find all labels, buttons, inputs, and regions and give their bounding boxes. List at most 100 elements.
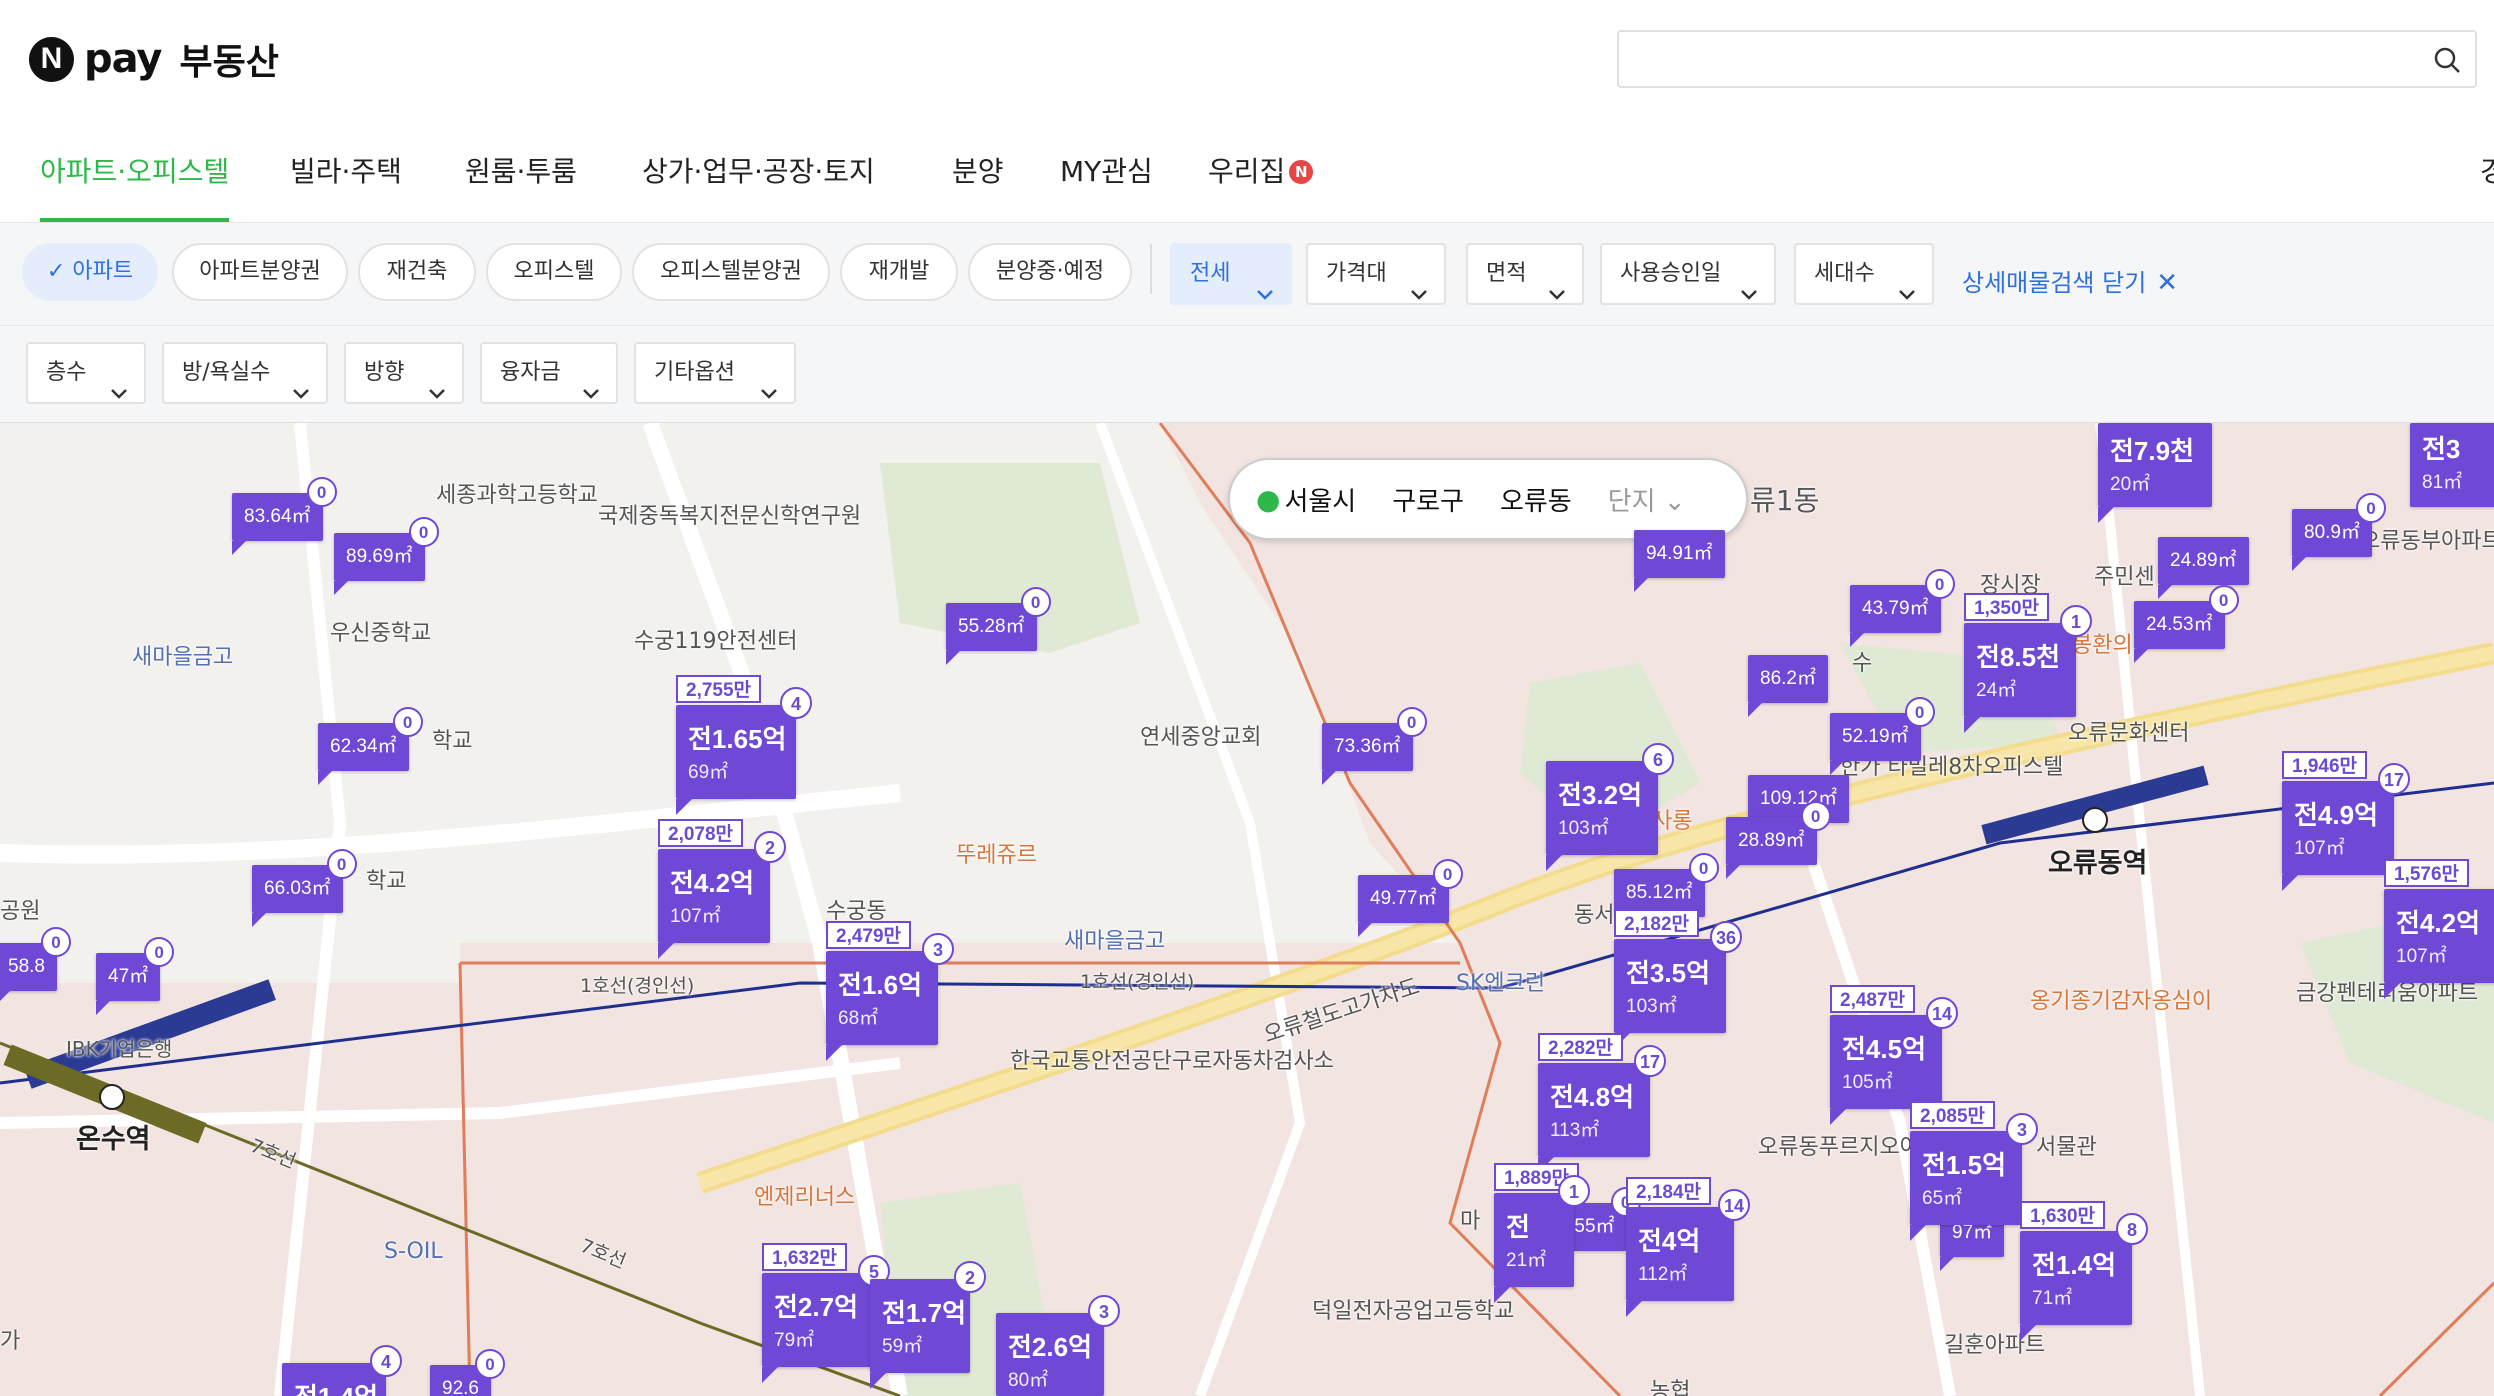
breadcrumb-city[interactable]: 서울시 xyxy=(1284,481,1374,518)
map-label: 류1동 xyxy=(1750,484,1820,517)
tab-commercial-land[interactable]: 상가·업무·공장·토지 xyxy=(642,122,875,222)
listing-marker-small[interactable]: 92.6 0 xyxy=(430,1349,505,1396)
listing-marker[interactable]: 2,078만 전4.2억 107㎡ 2 xyxy=(658,819,786,959)
listing-marker[interactable]: 1,946만 전4.9억 107㎡ 17 xyxy=(2282,751,2410,891)
dropdown-jeonse[interactable]: 전세 xyxy=(1170,243,1292,305)
filter-officetel-presale-right[interactable]: 오피스텔분양권 xyxy=(632,243,830,301)
tab-my-home[interactable]: 우리집 N xyxy=(1208,122,1314,222)
station-label-onsu[interactable]: 온수역 xyxy=(76,1117,151,1156)
marker-area: 107㎡ xyxy=(2294,838,2345,859)
listing-marker-small[interactable]: 80.9㎡ 0 xyxy=(2292,493,2386,571)
listing-marker-small[interactable]: 47㎡ 0 xyxy=(96,937,175,1015)
breadcrumb-complex[interactable]: 단지 ⌄ xyxy=(1590,481,1704,518)
marker-price: 전4.2억 xyxy=(670,868,754,898)
dropdown-households[interactable]: 세대수 xyxy=(1794,243,1934,305)
marker-tail xyxy=(232,541,246,555)
listing-marker-small[interactable]: 28.89㎡ 0 xyxy=(1726,801,1831,879)
breadcrumb-district[interactable]: 구로구 xyxy=(1374,481,1482,518)
marker-count: 2 xyxy=(754,831,786,863)
marker-tail xyxy=(676,799,692,815)
listing-marker-small[interactable]: 89.69㎡ 0 xyxy=(334,517,439,595)
logo-service-name: 부동산 xyxy=(179,42,279,83)
listing-marker[interactable]: 2,182만 전3.5억 103㎡ 36 xyxy=(1614,909,1742,1049)
listing-marker[interactable]: 전1.4억4 xyxy=(282,1345,402,1396)
dropdown-rooms-baths[interactable]: 방/욕실수 xyxy=(162,342,328,404)
breadcrumb-complex-label: 단지 xyxy=(1607,486,1656,517)
search-input[interactable] xyxy=(1635,32,2419,86)
listing-marker-small[interactable]: 43.79㎡ 0 xyxy=(1850,569,1955,647)
marker-price: 전1.65억 xyxy=(688,724,787,754)
listing-marker-small[interactable]: 73.36㎡ 0 xyxy=(1322,707,1427,785)
listing-marker-small[interactable]: 94.91㎡ xyxy=(1634,530,1725,592)
tab-my-interest[interactable]: MY관심 xyxy=(1060,122,1153,222)
filter-presale-upcoming[interactable]: 분양중·예정 xyxy=(968,243,1132,301)
listing-marker[interactable]: 2,755만 전1.65억 69㎡ 4 xyxy=(676,675,812,815)
listing-marker-small[interactable]: 24.53㎡ 0 xyxy=(2134,585,2239,663)
marker-price-per-pyeong: 1,632만 xyxy=(762,1243,848,1271)
dropdown-area[interactable]: 면적 xyxy=(1466,243,1584,305)
listing-marker[interactable]: 2,487만 전4.5억 105㎡ 14 xyxy=(1830,985,1958,1125)
dropdown-floor[interactable]: 층수 xyxy=(26,342,146,404)
tab-presale[interactable]: 분양 xyxy=(952,122,1004,222)
listing-marker[interactable]: 전2.6억 80㎡ 3 xyxy=(996,1295,1120,1396)
dropdown-loan[interactable]: 융자금 xyxy=(480,342,618,404)
tab-auction[interactable]: 경 xyxy=(2480,122,2494,222)
dropdown-price-range[interactable]: 가격대 xyxy=(1306,243,1446,305)
marker-tail xyxy=(0,991,10,1005)
listing-marker-small[interactable]: 109.12㎡ xyxy=(1748,775,1850,837)
listing-marker-small[interactable]: 58.8 0 xyxy=(0,927,71,1005)
marker-count: 0 xyxy=(474,1349,505,1379)
listing-marker[interactable]: 1,632만 전2.7억 79㎡ 5 xyxy=(762,1243,890,1383)
filter-apartment[interactable]: ✓ 아파트 xyxy=(22,243,158,301)
listing-marker-small[interactable]: 66.03㎡ 0 xyxy=(252,849,357,927)
listing-marker-small[interactable]: 49.77㎡ 0 xyxy=(1358,859,1463,937)
tab-oneroom-tworoom[interactable]: 원룸·투룸 xyxy=(465,122,577,222)
marker-price-per-pyeong: 2,487만 xyxy=(1830,985,1916,1013)
listing-marker-small[interactable]: 83.64㎡ 0 xyxy=(232,477,337,555)
map-label: 동서 xyxy=(1574,903,1615,928)
listing-marker[interactable]: 2,479만 전1.6억 68㎡ 3 xyxy=(826,921,954,1061)
tab-apartment-officetel[interactable]: 아파트·오피스텔 xyxy=(40,122,230,222)
listing-marker[interactable]: 전3 81㎡ xyxy=(2410,423,2494,507)
marker-price: 전4.8억 xyxy=(1550,1082,1634,1112)
listing-marker[interactable]: 2,282만 전4.8억 113㎡ 17 xyxy=(1538,1033,1666,1173)
map-label: 새마을금고 xyxy=(132,645,234,670)
listing-marker-small[interactable]: 62.34㎡ 0 xyxy=(318,707,423,785)
marker-area: 68㎡ xyxy=(838,1008,879,1029)
search-icon[interactable] xyxy=(2433,46,2461,78)
listing-marker[interactable]: 2,085만 전1.5억 65㎡ 3 xyxy=(1910,1101,2038,1241)
listing-marker[interactable]: 1,889만 전 21㎡ 1 xyxy=(1494,1163,1590,1303)
marker-price-per-pyeong: 1,946만 xyxy=(2282,751,2368,779)
tab-villa-house[interactable]: 빌라·주택 xyxy=(290,122,402,222)
listing-marker[interactable]: 1,350만 전8.5천 24㎡ 1 xyxy=(1964,593,2092,733)
filter-label: 분양중·예정 xyxy=(995,259,1105,284)
filter-officetel[interactable]: 오피스텔 xyxy=(486,243,622,301)
dropdown-approval-date[interactable]: 사용승인일 xyxy=(1600,243,1776,305)
listing-marker-small[interactable]: 86.2㎡ xyxy=(1748,655,1828,717)
listing-marker[interactable]: 2,184만 전4억 112㎡ 14 xyxy=(1626,1177,1750,1317)
station-label-oryudong[interactable]: 오류동역 xyxy=(2048,841,2147,880)
listing-marker[interactable]: 전1.7억 59㎡ 2 xyxy=(870,1261,986,1389)
marker-area: 49.77㎡ xyxy=(1370,888,1437,909)
listing-marker-small[interactable]: 52.19㎡ 0 xyxy=(1830,697,1935,775)
filter-apartment-presale-right[interactable]: 아파트분양권 xyxy=(172,243,348,301)
map-label: SK엔크린 xyxy=(1456,971,1546,996)
filter-reconstruction[interactable]: 재건축 xyxy=(358,243,476,301)
marker-tail xyxy=(96,1001,110,1015)
marker-count: 4 xyxy=(370,1345,402,1377)
listing-marker[interactable]: 1,576만 전4.2억 107㎡ xyxy=(2384,859,2494,999)
listing-marker-small[interactable]: 55.28㎡ 0 xyxy=(946,587,1051,665)
listing-marker[interactable]: 1,630만 전1.4억 71㎡ 8 xyxy=(2020,1201,2148,1341)
close-detail-search-button[interactable]: 상세매물검색 닫기 ✕ xyxy=(1962,263,2178,298)
listing-marker[interactable]: 전7.9천 20㎡ xyxy=(2098,423,2212,523)
dropdown-direction[interactable]: 방향 xyxy=(344,342,464,404)
breadcrumb-dong[interactable]: 오류동 xyxy=(1482,481,1590,518)
listing-marker[interactable]: 전3.2억 103㎡ 6 xyxy=(1546,743,1674,871)
map-view[interactable]: ● 서울시 구로구 오류동 단지 ⌄ 세종과학고등학교 국제중독복지전문신학연구… xyxy=(0,423,2494,1396)
filter-redevelopment[interactable]: 재개발 xyxy=(840,243,958,301)
map-label: S-OIL xyxy=(384,1239,443,1264)
naver-pay-realestate-logo[interactable]: N pay 부동산 xyxy=(29,33,279,85)
dropdown-other-options[interactable]: 기타옵션 xyxy=(634,342,796,404)
marker-tail xyxy=(252,913,266,927)
listing-marker-small[interactable]: 24.89㎡ xyxy=(2158,537,2249,599)
